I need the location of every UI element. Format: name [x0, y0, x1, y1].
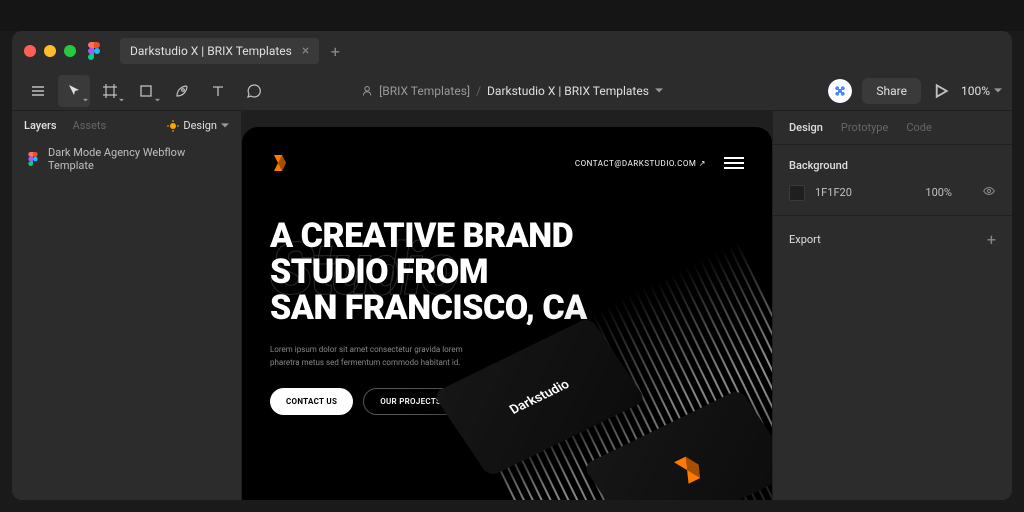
avatar[interactable] [828, 79, 852, 103]
background-section-label: Background [789, 159, 996, 172]
main-menu-button[interactable] [22, 75, 54, 107]
chevron-down-icon[interactable] [655, 87, 663, 95]
page-name: Design [183, 119, 217, 132]
team-icon [361, 85, 373, 97]
close-window-button[interactable] [24, 45, 36, 57]
toolbar: [BRIX Templates] / Darkstudio X | BRIX T… [12, 71, 1012, 111]
titlebar: Darkstudio X | BRIX Templates × + [12, 31, 1012, 71]
frame-tool[interactable] [94, 75, 126, 107]
new-tab-button[interactable]: + [323, 39, 347, 63]
hamburger-icon[interactable] [724, 157, 744, 169]
breadcrumb: [BRIX Templates] / Darkstudio X | BRIX T… [361, 84, 663, 98]
file-tab[interactable]: Darkstudio X | BRIX Templates × [120, 38, 319, 64]
shape-tool[interactable] [130, 75, 162, 107]
figma-logo-icon [86, 43, 102, 59]
tab-assets[interactable]: Assets [73, 119, 107, 132]
brand-logo-icon [270, 153, 290, 173]
bg-hex[interactable]: 1F1F20 [815, 186, 852, 199]
breadcrumb-file[interactable]: Darkstudio X | BRIX Templates [487, 84, 649, 98]
maximize-window-button[interactable] [64, 45, 76, 57]
hero-graphic: Darkstudio [442, 257, 772, 500]
export-label: Export [789, 233, 821, 246]
pen-tool[interactable] [166, 75, 198, 107]
share-button[interactable]: Share [862, 78, 921, 104]
bg-swatch[interactable] [789, 185, 805, 201]
move-tool[interactable] [58, 75, 90, 107]
tab-code[interactable]: Code [906, 121, 931, 134]
text-tool[interactable] [202, 75, 234, 107]
visibility-toggle-icon[interactable] [982, 184, 996, 201]
present-button[interactable] [931, 81, 951, 101]
page-icon [167, 120, 179, 132]
tab-prototype[interactable]: Prototype [841, 121, 888, 134]
export-section: Export + [773, 216, 1012, 263]
figma-frame-icon [26, 152, 40, 166]
contact-button[interactable]: CONTACT US [270, 388, 353, 415]
minimize-window-button[interactable] [44, 45, 56, 57]
layer-name: Dark Mode Agency Webflow Template [48, 146, 227, 172]
canvas[interactable]: CONTACT@DARKSTUDIO.COM ↗ Studio A CREATI… [242, 111, 772, 500]
layer-row[interactable]: Dark Mode Agency Webflow Template [12, 140, 241, 178]
tab-design[interactable]: Design [789, 121, 823, 134]
artboard[interactable]: CONTACT@DARKSTUDIO.COM ↗ Studio A CREATI… [242, 127, 772, 500]
chevron-down-icon [221, 122, 229, 130]
zoom-value: 100% [961, 84, 990, 98]
page-dropdown[interactable]: Design [167, 119, 229, 132]
comment-tool[interactable] [238, 75, 270, 107]
inspector-panel: Design Prototype Code Background 1F1F20 … [772, 111, 1012, 500]
bg-opacity[interactable]: 100% [925, 186, 952, 199]
breadcrumb-team[interactable]: [BRIX Templates] [379, 84, 470, 98]
zoom-dropdown[interactable]: 100% [961, 84, 1002, 98]
tab-layers[interactable]: Layers [24, 119, 57, 132]
add-export-button[interactable]: + [987, 230, 996, 249]
chevron-down-icon [994, 87, 1002, 95]
close-tab-icon[interactable]: × [302, 44, 309, 58]
tab-title: Darkstudio X | BRIX Templates [130, 44, 292, 58]
window-controls [24, 45, 76, 57]
contact-link[interactable]: CONTACT@DARKSTUDIO.COM ↗ [575, 159, 706, 168]
layers-panel: Layers Assets Design Dark Mode Agency We… [12, 111, 242, 500]
